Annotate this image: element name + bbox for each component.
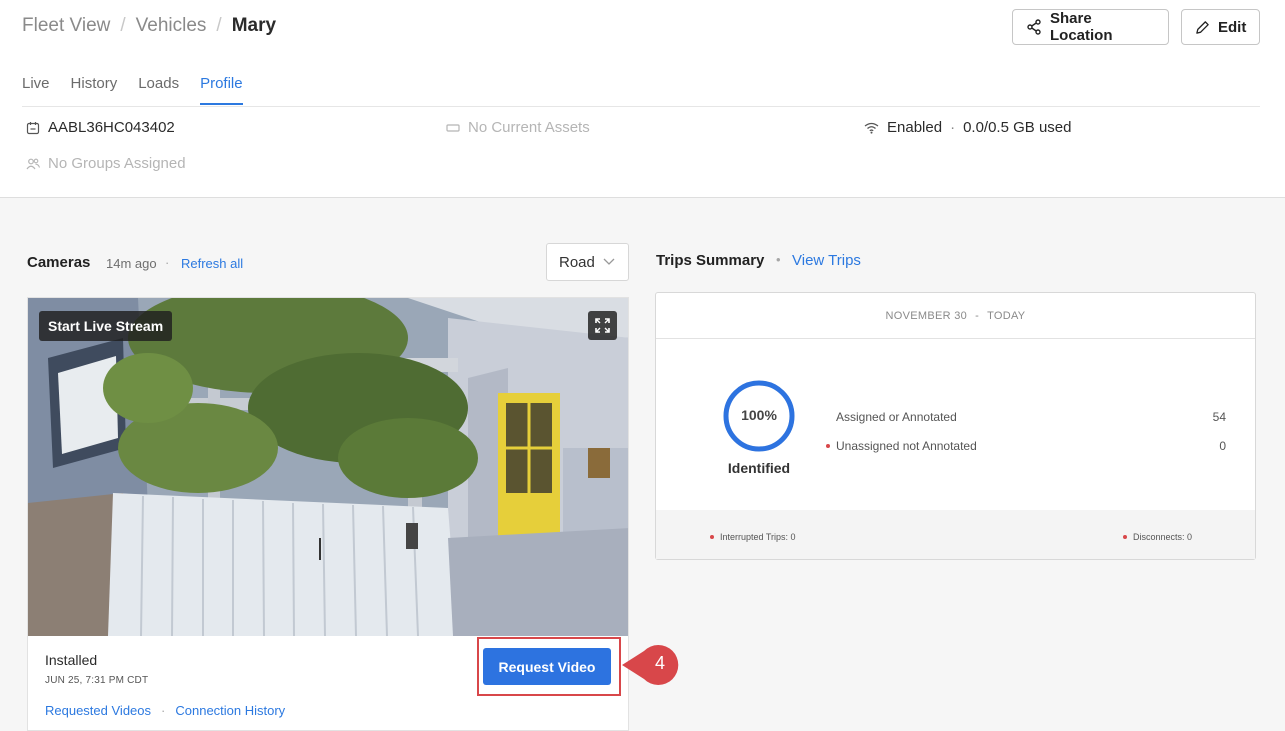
assigned-label: Assigned or Annotated xyxy=(836,410,957,424)
disconnects: Disconnects: 0 xyxy=(1123,532,1192,542)
wifi-separator: · xyxy=(950,119,956,136)
trips-date-range: NOVEMBER 30 - TODAY xyxy=(656,293,1255,339)
step-number: 4 xyxy=(654,653,665,673)
breadcrumb-separator: / xyxy=(216,15,222,36)
tab-profile[interactable]: Profile xyxy=(200,75,243,105)
device-id: AABL36HC043402 xyxy=(48,119,175,136)
status-dot xyxy=(1123,535,1127,539)
camera-links-separator: · xyxy=(161,703,166,718)
status-dot xyxy=(826,444,830,448)
assets-text: No Current Assets xyxy=(468,119,590,136)
camera-status: Installed xyxy=(45,652,98,668)
requested-videos-link[interactable]: Requested Videos xyxy=(45,703,151,718)
interrupted-trips: Interrupted Trips: 0 xyxy=(710,532,796,542)
interrupted-trips-text: Interrupted Trips: 0 xyxy=(720,532,796,542)
groups-text: No Groups Assigned xyxy=(48,155,186,172)
share-location-label: Share Location xyxy=(1050,10,1113,44)
start-live-stream-button[interactable]: Start Live Stream xyxy=(39,311,173,341)
edit-button[interactable]: Edit xyxy=(1181,9,1260,45)
identified-percent: 100% xyxy=(741,407,777,423)
stat-assigned: Assigned or Annotated 54 xyxy=(836,410,1226,424)
assets-info: No Current Assets xyxy=(446,119,590,136)
pencil-icon xyxy=(1196,20,1209,34)
tab-history[interactable]: History xyxy=(71,75,118,105)
cameras-separator: · xyxy=(165,255,170,270)
users-icon xyxy=(26,158,40,169)
page-title: Mary xyxy=(231,15,277,36)
trips-separator: • xyxy=(776,252,781,267)
camera-view-select[interactable]: Road xyxy=(546,243,629,281)
breadcrumb-fleet-view[interactable]: Fleet View xyxy=(22,15,110,37)
camera-install-date: JUN 25, 7:31 PM CDT xyxy=(45,675,149,686)
cameras-title: Cameras xyxy=(27,254,91,271)
breadcrumb: Fleet View / Vehicles / Mary xyxy=(22,15,276,37)
fullscreen-button[interactable] xyxy=(588,311,617,340)
tab-live[interactable]: Live xyxy=(22,75,50,105)
groups-info: No Groups Assigned xyxy=(26,155,186,172)
tab-bar: Live History Loads Profile xyxy=(22,75,264,105)
edit-label: Edit xyxy=(1218,18,1247,36)
identified-label: Identified xyxy=(727,460,791,476)
cameras-updated: 14m ago xyxy=(106,256,157,271)
device-icon xyxy=(26,121,40,134)
trips-summary-card: NOVEMBER 30 - TODAY 100% Identified Assi… xyxy=(655,292,1256,560)
unassigned-value: 0 xyxy=(1219,439,1226,453)
share-icon xyxy=(1027,19,1041,35)
trips-summary-title: Trips Summary xyxy=(656,252,765,269)
tab-loads[interactable]: Loads xyxy=(138,75,179,105)
tabs-divider xyxy=(22,106,1260,107)
camera-image xyxy=(28,298,628,636)
unassigned-label: Unassigned not Annotated xyxy=(836,439,977,453)
header-panel: Fleet View / Vehicles / Mary Share Locat… xyxy=(0,0,1285,198)
expand-icon xyxy=(595,318,610,333)
camera-snapshot: Start Live Stream xyxy=(28,298,628,636)
chevron-down-icon xyxy=(603,258,615,265)
assigned-value: 54 xyxy=(1212,410,1226,424)
trailer-icon xyxy=(446,123,460,132)
stat-unassigned: Unassigned not Annotated 0 xyxy=(826,439,1226,453)
camera-view-value: Road xyxy=(559,253,595,271)
data-usage: 0.0/0.5 GB used xyxy=(963,119,1072,136)
connection-history-link[interactable]: Connection History xyxy=(175,703,285,718)
status-dot xyxy=(710,535,714,539)
camera-links: Requested Videos · Connection History xyxy=(45,703,285,718)
device-id-info: AABL36HC043402 xyxy=(26,119,175,136)
breadcrumb-vehicles[interactable]: Vehicles xyxy=(136,15,207,37)
refresh-all-link[interactable]: Refresh all xyxy=(181,256,243,271)
wifi-status: Enabled xyxy=(887,119,943,136)
breadcrumb-separator: / xyxy=(120,15,126,36)
disconnects-text: Disconnects: 0 xyxy=(1133,532,1193,542)
date-end: TODAY xyxy=(987,309,1026,322)
share-location-button[interactable]: Share Location xyxy=(1012,9,1169,45)
request-video-button[interactable]: Request Video xyxy=(483,648,611,685)
wifi-info: Enabled · 0.0/0.5 GB used xyxy=(864,119,1071,136)
date-separator: - xyxy=(975,309,980,322)
view-trips-link[interactable]: View Trips xyxy=(792,252,861,269)
wifi-icon xyxy=(864,122,879,134)
date-start: NOVEMBER 30 xyxy=(885,309,968,322)
